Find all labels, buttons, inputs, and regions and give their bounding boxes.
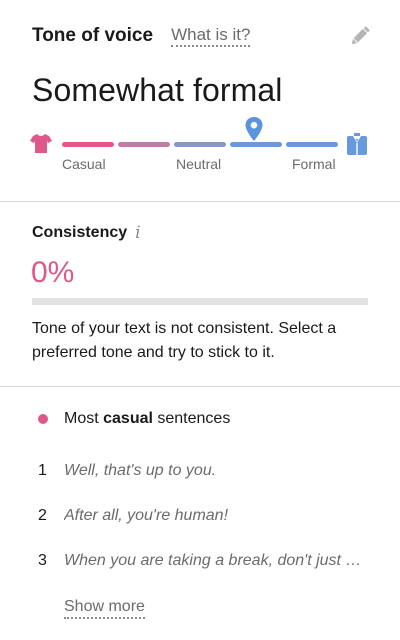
sentences-legend-text: Most casual sentences — [64, 410, 231, 427]
consistency-header: Consistency i — [32, 224, 141, 242]
tone-value: Somewhat formal — [32, 72, 283, 108]
divider — [0, 386, 400, 387]
scale-segment-neutral — [174, 142, 226, 147]
casual-dot-icon — [38, 414, 48, 424]
sentence-text[interactable]: When you are taking a break, don't just … — [64, 552, 370, 570]
scale-segment-neutral-formal — [230, 142, 282, 147]
location-pin-icon — [245, 117, 263, 141]
sentence-number: 1 — [38, 462, 47, 479]
tone-title: Tone of voice — [32, 25, 154, 46]
scale-label-casual: Casual — [62, 156, 106, 172]
sentence-text[interactable]: After all, you're human! — [64, 507, 370, 525]
sentence-item[interactable]: 2 After all, you're human! — [38, 507, 378, 525]
suit-icon — [347, 133, 367, 155]
consistency-title: Consistency — [32, 224, 128, 241]
divider — [0, 201, 400, 202]
consistency-description: Tone of your text is not consistent. Sel… — [32, 320, 337, 361]
sentence-number: 3 — [38, 552, 47, 569]
sentence-item[interactable]: 3 When you are taking a break, don't jus… — [38, 552, 378, 570]
show-more-link[interactable]: Show more — [64, 597, 145, 619]
tone-panel: Tone of voice What is it? Somewhat forma… — [0, 0, 400, 640]
consistency-progress-bar — [32, 298, 368, 305]
tone-header: Tone of voice What is it? — [32, 22, 372, 50]
sentence-item[interactable]: 1 Well, that's up to you. — [38, 462, 378, 480]
info-icon[interactable]: i — [135, 224, 140, 242]
tshirt-icon — [30, 134, 52, 153]
sentence-text[interactable]: Well, that's up to you. — [64, 462, 370, 480]
scale-label-neutral: Neutral — [176, 156, 222, 172]
sentence-number: 2 — [38, 507, 47, 524]
scale-label-formal: Formal — [292, 156, 336, 172]
consistency-value: 0% — [31, 256, 75, 289]
pencil-icon[interactable] — [348, 24, 372, 48]
what-is-it-link[interactable]: What is it? — [171, 25, 251, 47]
sentences-legend: Most casual sentences — [38, 410, 230, 428]
scale-segment-formal — [286, 142, 338, 147]
tone-scale: Casual Neutral Formal — [30, 116, 370, 176]
scale-segment-casual — [62, 142, 114, 147]
scale-segment-casual-neutral — [118, 142, 170, 147]
